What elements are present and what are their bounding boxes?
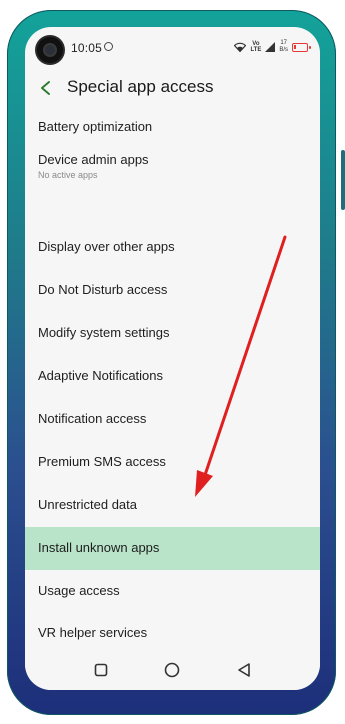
battery-icon — [292, 42, 311, 52]
chevron-left-icon — [41, 81, 50, 95]
list-item-title: Device admin apps — [38, 152, 149, 167]
list-item[interactable]: Display over other apps — [25, 226, 320, 269]
network-speed-value: 17 — [280, 40, 287, 46]
list-item-title: Display over other apps — [38, 239, 175, 254]
status-bar: 10:05 Vo LTE 17 B/s — [25, 27, 320, 67]
list-item-title: Battery optimization — [38, 119, 153, 134]
network-speed: 17 B/s — [279, 40, 288, 54]
list-item-title: Notification access — [38, 411, 147, 426]
list-item[interactable]: Usage access — [25, 570, 320, 612]
home-button[interactable] — [160, 658, 184, 682]
wifi-icon — [234, 42, 247, 52]
list-item[interactable]: Do Not Disturb access — [25, 269, 320, 312]
list-item-subtitle: No active apps — [38, 170, 98, 180]
list-item-title: Install unknown apps — [38, 540, 160, 555]
phone-side-button — [341, 150, 345, 210]
list-item[interactable]: Install unknown apps — [25, 527, 320, 570]
phone-screen: 10:05 Vo LTE 17 B/s Special app access B… — [25, 27, 320, 690]
signal-icon — [265, 42, 276, 52]
list-item[interactable]: Premium SMS access — [25, 441, 320, 484]
page-title: Special app access — [67, 77, 214, 96]
battery-level — [294, 44, 296, 49]
network-speed-unit: B/s — [279, 47, 288, 53]
list-item-title: Premium SMS access — [38, 454, 166, 469]
list-item[interactable]: Notification access — [25, 398, 320, 441]
list-item-title: Do Not Disturb access — [38, 282, 168, 297]
status-icons: Vo LTE 17 B/s — [234, 40, 311, 54]
back-button[interactable] — [33, 75, 59, 101]
volte-bottom-label: LTE — [250, 47, 262, 53]
app-header: Special app access — [25, 67, 320, 111]
hotspot-icon — [104, 42, 113, 51]
navigation-bar — [25, 650, 320, 690]
back-triangle-icon — [238, 663, 250, 677]
list-item[interactable]: Battery optimization — [25, 106, 320, 140]
front-camera — [37, 37, 63, 63]
list-item-title: Modify system settings — [38, 325, 170, 340]
volte-badge: Vo LTE — [250, 41, 261, 53]
list-item-title: Adaptive Notifications — [38, 368, 164, 383]
list-item[interactable]: Unrestricted data — [25, 484, 320, 527]
list-item[interactable]: Adaptive Notifications — [25, 355, 320, 398]
recents-square-icon — [94, 663, 108, 677]
list-item-title: Unrestricted data — [38, 497, 137, 512]
recents-button[interactable] — [89, 658, 113, 682]
list-item[interactable]: Modify system settings — [25, 312, 320, 355]
home-circle-icon — [165, 662, 180, 678]
list-item[interactable]: Device admin apps No active apps — [25, 140, 320, 192]
list-item-title: Usage access — [38, 583, 120, 598]
status-time: 10:05 — [71, 41, 103, 55]
list-item[interactable]: VR helper services — [25, 612, 320, 655]
list-item-title: VR helper services — [38, 625, 148, 640]
system-back-button[interactable] — [232, 658, 256, 682]
